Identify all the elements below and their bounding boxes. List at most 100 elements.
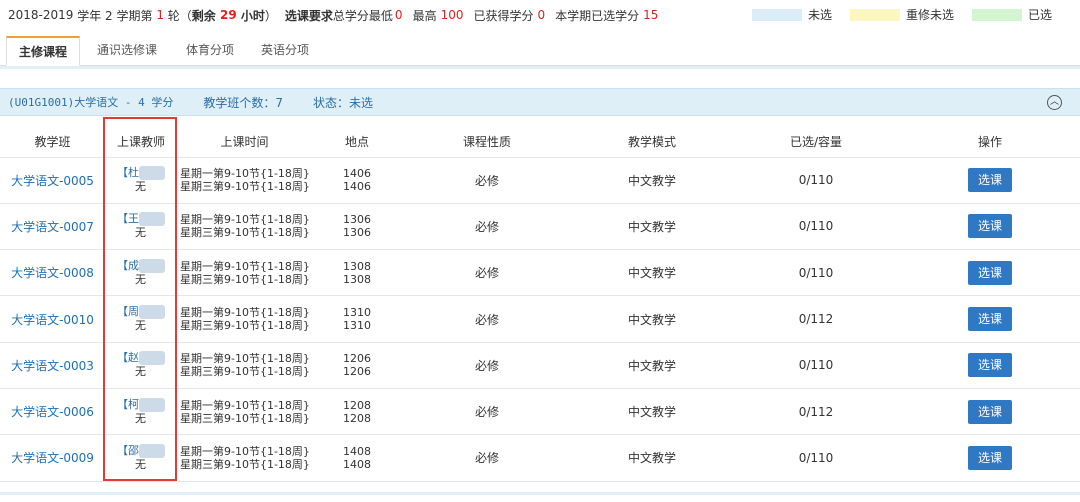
tab-major-courses[interactable]: 主修课程 [6,36,80,66]
class-link[interactable]: 大学语文-0005 [11,174,94,188]
tab-divider [0,66,1080,69]
time-cell: 星期一第9-10节{1-18周} 星期三第9-10节{1-18周} [177,342,312,389]
nature-cell: 必修 [402,157,572,204]
time-cell: 星期一第9-10节{1-18周} 星期三第9-10节{1-18周} [177,203,312,251]
select-course-button[interactable]: 选课 [968,399,1012,424]
mode-cell: 中文教学 [572,157,732,204]
mode-cell: 中文教学 [572,203,732,251]
close-paren: ） [264,8,277,23]
table-row: 大学语文-0007 【王无 星期一第9-10节{1-18周} 星期三第9-10节{… [0,203,1080,251]
place-cell: 1308 1308 [312,249,402,297]
nature-cell: 必修 [402,342,572,389]
class-link[interactable]: 大学语文-0003 [11,359,94,373]
legend-swatch-retake [849,8,900,21]
legend-label-selected: 已选 [1027,8,1052,22]
table-row: 大学语文-0006 【柯无 星期一第9-10节{1-18周} 星期三第9-10节{… [0,388,1080,436]
capacity-cell: 0/110 [732,434,900,482]
semester-credit-value: 15 [643,8,659,22]
bottom-divider [0,492,1080,495]
collapse-icon[interactable]: ︿ [1047,95,1062,110]
place-cell: 1408 1408 [312,434,402,482]
class-table: 教学班 上课教师 上课时间 地点 课程性质 教学模式 已选/容量 操作 大学语文… [0,127,1080,482]
capacity-cell: 0/110 [732,157,900,204]
header-capacity: 已选/容量 [732,127,900,158]
nature-cell: 必修 [402,434,572,482]
nature-cell: 必修 [402,249,572,297]
course-tabs: 主修课程 通识选修课 体育分项 英语分项 [0,36,1080,66]
select-course-button[interactable]: 选课 [968,260,1012,285]
redacted-name [139,212,165,227]
color-legend: 未选 重修未选 已选 [751,6,1052,23]
legend-label-retake: 重修未选 [905,8,954,22]
redacted-name [139,351,165,366]
teacher-cell: 【杜无 [105,157,177,204]
select-course-button[interactable]: 选课 [968,307,1012,332]
remain-hours: 29 [219,8,237,22]
header-teacher: 上课教师 [105,127,177,158]
teacher-cell: 【邵无 [105,434,177,482]
mode-cell: 中文教学 [572,249,732,297]
capacity-cell: 0/110 [732,342,900,389]
class-link[interactable]: 大学语文-0006 [11,405,94,419]
redacted-name [139,258,165,273]
capacity-cell: 0/110 [732,249,900,297]
course-header[interactable]: (U01G1001)大学语文 - 4 学分 教学班个数：7 状态：未选 ︿ [0,88,1080,116]
min-credit-label: 总学分最低 [332,8,393,23]
year-suffix: 学年 2 学期第 [73,8,157,23]
earned-credit-value: 0 [537,8,546,22]
place-cell: 1306 1306 [312,203,402,251]
redacted-name [139,305,165,320]
teacher-cell: 【赵无 [105,342,177,389]
tab-pe[interactable]: 体育分项 [176,36,244,66]
class-link[interactable]: 大学语文-0008 [11,266,94,280]
header-class: 教学班 [0,127,105,158]
legend-label-unselected: 未选 [807,8,832,22]
header-place: 地点 [312,127,402,158]
header-mode: 教学模式 [572,127,732,158]
capacity-cell: 0/110 [732,203,900,251]
time-cell: 星期一第9-10节{1-18周} 星期三第9-10节{1-18周} [177,388,312,436]
table-row: 大学语文-0005 【杜无 星期一第9-10节{1-18周} 星期三第9-10节{… [0,157,1080,204]
select-course-button[interactable]: 选课 [968,445,1012,470]
class-link[interactable]: 大学语文-0007 [11,220,94,234]
select-course-button[interactable]: 选课 [968,168,1012,193]
teacher-cell: 【柯无 [105,388,177,436]
time-cell: 星期一第9-10节{1-18周} 星期三第9-10节{1-18周} [177,295,312,343]
year: 2018-2019 [8,8,74,22]
round-suffix: 轮（ [163,8,192,23]
min-credit-value: 0 [394,8,403,22]
teacher-cell: 【周无 [105,295,177,343]
select-course-button[interactable]: 选课 [968,214,1012,239]
nature-cell: 必修 [402,388,572,436]
remain-label: 剩余 [191,8,220,23]
time-cell: 星期一第9-10节{1-18周} 星期三第9-10节{1-18周} [177,434,312,482]
remain-unit: 小时 [236,8,265,23]
semester-credit-label: 本学期已选学分 [555,8,640,23]
capacity-cell: 0/112 [732,295,900,343]
tab-general-electives[interactable]: 通识选修课 [86,36,168,66]
header-time: 上课时间 [177,127,312,158]
requirement-label: 选课要求 [284,8,333,23]
redacted-name [139,397,165,412]
redacted-name [139,443,165,458]
class-link[interactable]: 大学语文-0009 [11,451,94,465]
place-cell: 1208 1208 [312,388,402,436]
round-number: 1 [156,8,164,22]
time-cell: 星期一第9-10节{1-18周} 星期三第9-10节{1-18周} [177,157,312,204]
capacity-cell: 0/112 [732,388,900,436]
class-count: 教学班个数：7 [203,95,283,110]
header-nature: 课程性质 [402,127,572,158]
max-credit-value: 100 [440,8,464,22]
tab-english[interactable]: 英语分项 [250,36,320,66]
teacher-cell: 【成无 [105,249,177,297]
earned-credit-label: 已获得学分 [473,8,534,23]
table-header-row: 教学班 上课教师 上课时间 地点 课程性质 教学模式 已选/容量 操作 [0,127,1080,158]
mode-cell: 中文教学 [572,434,732,482]
class-link[interactable]: 大学语文-0010 [11,313,94,327]
nature-cell: 必修 [402,203,572,251]
mode-cell: 中文教学 [572,388,732,436]
nature-cell: 必修 [402,295,572,343]
legend-swatch-selected [971,8,1022,21]
select-course-button[interactable]: 选课 [968,353,1012,378]
mode-cell: 中文教学 [572,342,732,389]
